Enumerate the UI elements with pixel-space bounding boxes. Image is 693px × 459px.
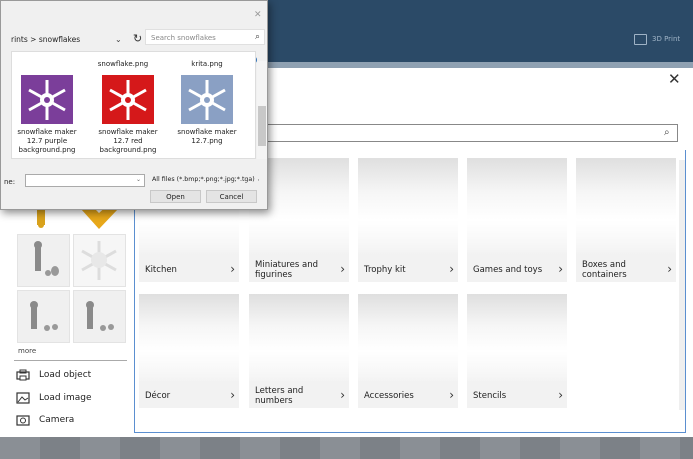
- chevron-down-icon[interactable]: ⌄: [136, 176, 141, 183]
- search-icon[interactable]: ⌕: [255, 32, 260, 42]
- category-label: Letters and numbers: [249, 381, 349, 408]
- recent-item[interactable]: [17, 234, 70, 287]
- category-label: Accessories: [358, 381, 458, 408]
- more-link[interactable]: more: [18, 347, 36, 355]
- image-icon: [16, 392, 30, 404]
- recent-item[interactable]: [73, 234, 126, 287]
- filetype-select[interactable]: All files (*.bmp;*.png;*.jpg;*.tga) ⌄: [149, 174, 259, 187]
- chevron-right-icon: ›: [230, 388, 235, 402]
- refresh-icon[interactable]: ↻: [133, 32, 142, 45]
- recent-item[interactable]: [17, 290, 70, 343]
- 3d-print-label[interactable]: 3D Print: [652, 35, 680, 43]
- category-tile-decor[interactable]: Décor ›: [139, 294, 239, 408]
- printer-icon: [16, 369, 30, 381]
- chevron-down-icon[interactable]: ⌄: [115, 35, 122, 44]
- recent-item[interactable]: [73, 290, 126, 343]
- file-thumbnail-red[interactable]: [102, 75, 154, 124]
- file-name[interactable]: krita.png: [173, 60, 241, 69]
- camera-icon: [16, 414, 30, 426]
- filename-input[interactable]: [25, 174, 145, 187]
- dialog-close-icon[interactable]: ✕: [254, 10, 262, 20]
- library-search-input[interactable]: [250, 124, 678, 142]
- category-tile-games[interactable]: Games and toys ›: [467, 158, 567, 282]
- filename-label: ne:: [4, 178, 16, 186]
- chevron-right-icon: ›: [558, 262, 563, 276]
- bottom-toolbar: [0, 437, 693, 459]
- close-icon[interactable]: ✕: [668, 70, 681, 88]
- category-label: Décor: [139, 381, 239, 408]
- category-label: Games and toys: [467, 255, 567, 282]
- chevron-right-icon: ›: [558, 388, 563, 402]
- chevron-right-icon: ›: [230, 262, 235, 276]
- search-icon[interactable]: ⌕: [664, 127, 670, 138]
- camera-label: Camera: [39, 415, 75, 425]
- category-label: Trophy kit: [358, 255, 458, 282]
- breadcrumb[interactable]: rints > snowflakes: [11, 35, 80, 44]
- open-button[interactable]: Open: [150, 190, 201, 203]
- file-name[interactable]: snowflake.png: [89, 60, 157, 69]
- 3d-print-icon[interactable]: [634, 34, 647, 45]
- chevron-right-icon: ›: [667, 262, 672, 276]
- file-thumbnail-purple[interactable]: [21, 75, 73, 124]
- category-tile-letters[interactable]: Letters and numbers ›: [249, 294, 349, 408]
- category-label: Kitchen: [139, 255, 239, 282]
- scrollbar-thumb[interactable]: [258, 106, 266, 146]
- load-image-button[interactable]: Load image: [16, 392, 91, 404]
- load-image-label: Load image: [39, 393, 92, 403]
- load-object-button[interactable]: Load object: [16, 369, 91, 381]
- category-label: Miniatures and figurines: [249, 255, 349, 282]
- category-tile-trophy[interactable]: Trophy kit ›: [358, 158, 458, 282]
- file-name[interactable]: snowflake maker 12.7.png: [175, 128, 239, 146]
- file-open-dialog: ✕ rints > snowflakes ⌄ ↻ Search snowflak…: [0, 0, 268, 210]
- load-object-label: Load object: [39, 370, 92, 380]
- file-name[interactable]: snowflake maker 12.7 red background.png: [96, 128, 160, 154]
- chevron-right-icon: ›: [340, 262, 345, 276]
- chevron-right-icon: ›: [449, 262, 454, 276]
- category-label: Stencils: [467, 381, 567, 408]
- category-label: Boxes and containers: [576, 255, 676, 282]
- category-tile-stencils[interactable]: Stencils ›: [467, 294, 567, 408]
- file-thumbnail-blue[interactable]: [181, 75, 233, 124]
- chevron-right-icon: ›: [449, 388, 454, 402]
- file-search-placeholder: Search snowflakes: [151, 34, 216, 42]
- camera-button[interactable]: Camera: [16, 414, 74, 426]
- file-name[interactable]: snowflake maker 12.7 purple background.p…: [15, 128, 79, 154]
- category-tile-boxes[interactable]: Boxes and containers ›: [576, 158, 676, 282]
- category-tile-accessories[interactable]: Accessories ›: [358, 294, 458, 408]
- cancel-button[interactable]: Cancel: [206, 190, 257, 203]
- divider: [14, 360, 127, 361]
- filetype-value: All files (*.bmp;*.png;*.jpg;*.tga): [152, 176, 255, 183]
- chevron-right-icon: ›: [340, 388, 345, 402]
- category-scrollbar[interactable]: [679, 160, 685, 410]
